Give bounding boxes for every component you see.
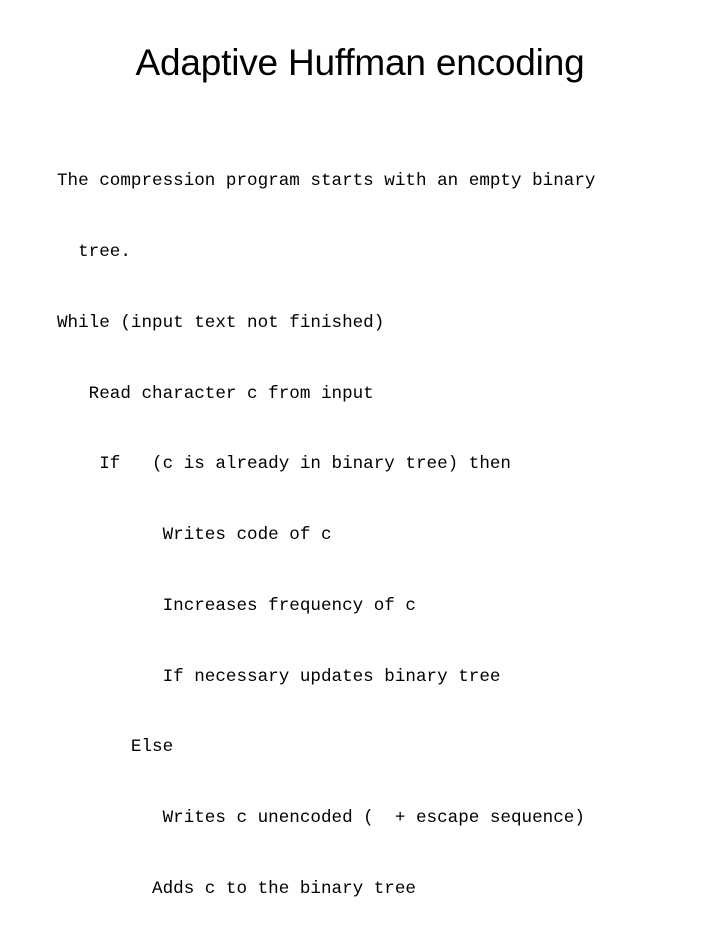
code-line: Else [57,737,174,758]
code-line: Writes code of c [57,525,332,546]
code-line: While (input text not finished) [57,312,385,333]
code-line: Adds c to the binary tree [57,879,416,899]
code-line: If (c is already in binary tree) then [57,454,511,475]
code-line: Writes c unencoded ( + escape sequence) [57,808,585,829]
code-line: tree. [57,241,131,262]
pseudocode-block: The compression program starts with an e… [57,123,697,949]
presentation-slide: Adaptive Huffman encoding The compressio… [0,0,720,899]
code-line: If necessary updates binary tree [57,666,501,687]
page-title: Adaptive Huffman encoding [135,42,585,83]
code-line: Read character c from input [57,383,374,404]
code-line: The compression program starts with an e… [57,171,596,192]
code-line: Increases frequency of c [57,595,416,616]
